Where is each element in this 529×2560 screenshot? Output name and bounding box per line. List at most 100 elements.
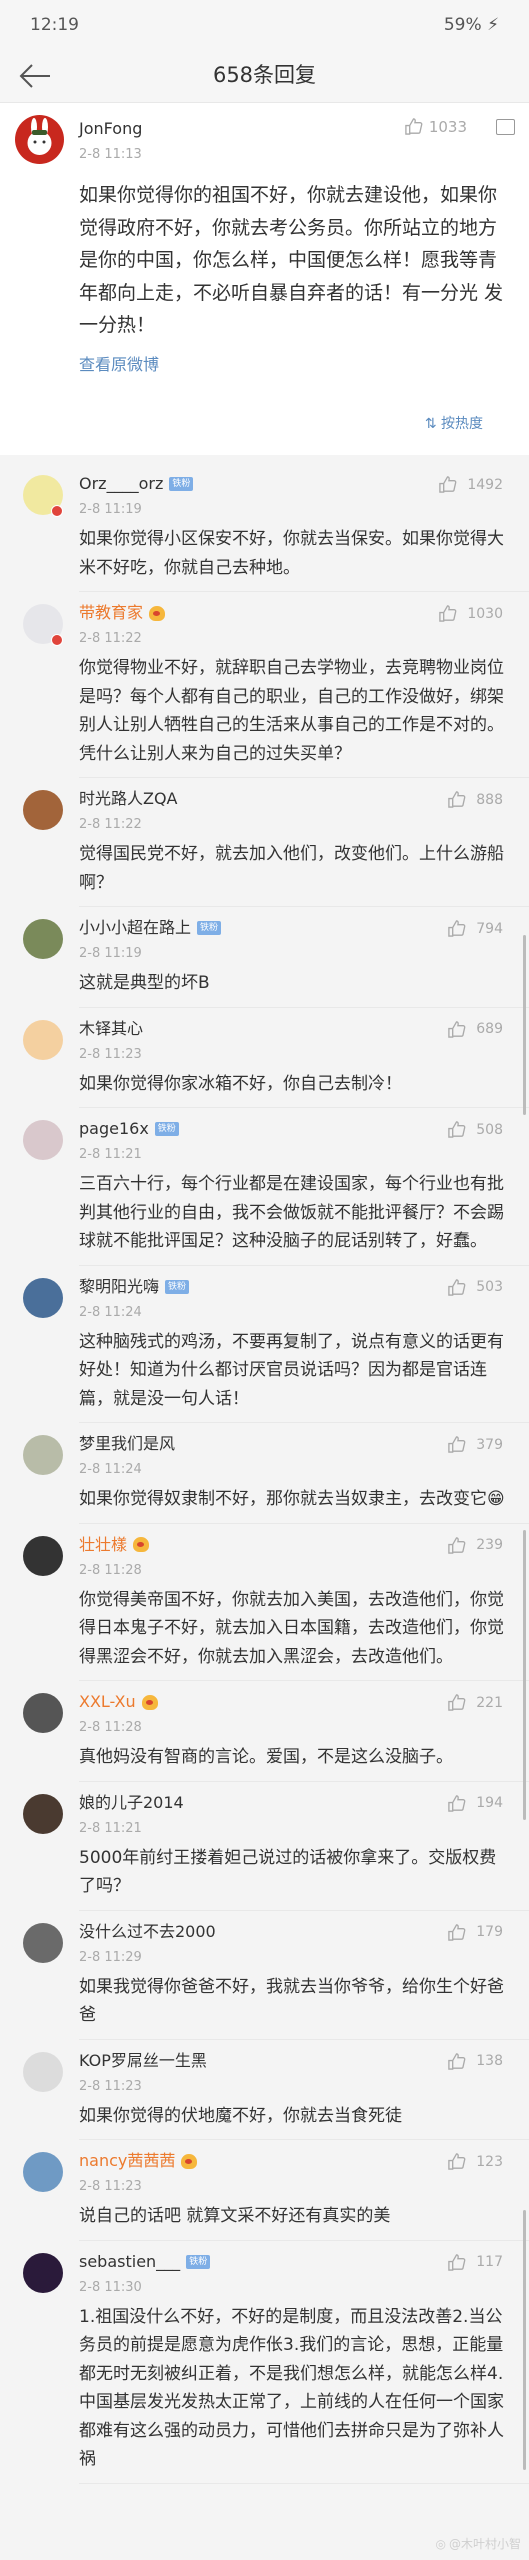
comment-text: 说自己的话吧 就算文采不好还有真实的美 — [79, 2206, 391, 2226]
username[interactable]: 没什么过不去2000 — [79, 1921, 216, 1943]
thumbs-up-icon — [439, 476, 457, 493]
like-button[interactable]: 379 — [447, 1435, 503, 1454]
avatar[interactable] — [23, 1793, 63, 1834]
comment-text: 如果你觉得你的祖国不好，你就去建设他，如果你觉得政府不好，你就去考公务员。你所站… — [79, 184, 504, 336]
fan-badge: 铁粉 — [197, 921, 222, 935]
comment-item: 时光路人ZQA 2-8 11:22 觉得国民党不好，就去加入他们，改变他们。上什… — [0, 778, 529, 907]
like-button[interactable]: 194 — [447, 1794, 503, 1813]
comment-item: XXL-Xu 2-8 11:28 真他妈没有智商的言论。爱国，不是这么没脑子。 … — [0, 1681, 529, 1782]
username[interactable]: page16x — [79, 1118, 149, 1140]
comment-item: sebastien___ 铁粉 2-8 11:30 1.祖国没什么不好，不好的是制… — [0, 2241, 529, 2484]
avatar[interactable] — [23, 1435, 63, 1475]
like-count: 1492 — [467, 476, 503, 493]
comment-item: page16x 铁粉 2-8 11:21 三百六十行，每个行业都是在建设国家，每个… — [0, 1108, 529, 1266]
top-comment: JonFong 2-8 11:13 1033 如果你觉得你的祖国不好，你就去建设… — [0, 103, 529, 455]
thumbs-up-icon — [448, 1923, 466, 1941]
avatar[interactable] — [23, 1922, 63, 1963]
page-title: 658条回复 — [212, 63, 317, 87]
like-button[interactable]: 689 — [447, 1020, 503, 1039]
like-button[interactable]: 1030 — [438, 604, 503, 623]
comment-text: 1.祖国没什么不好，不好的是制度，而且没法改善2.当公务员的前提是愿意为虎作伥3… — [79, 2306, 504, 2470]
like-button[interactable]: 239 — [447, 1536, 503, 1555]
like-button[interactable]: 179 — [447, 1923, 503, 1942]
like-count: 794 — [476, 920, 503, 937]
comment-text: 三百六十行，每个行业都是在建设国家，每个行业也有批判其他行业的自由，我不会做饭就… — [79, 1174, 504, 1251]
reply-icon[interactable] — [496, 119, 515, 135]
like-button[interactable]: 794 — [447, 919, 503, 938]
like-button[interactable]: 123 — [447, 2152, 503, 2171]
fan-badge: 铁粉 — [186, 2254, 211, 2269]
weibo-logo-icon: ◎ — [435, 2536, 446, 2551]
thumbs-up-icon — [448, 1121, 466, 1138]
thumbs-up-icon — [439, 605, 457, 622]
comment-item: Orz____orz 铁粉 2-8 11:19 如果你觉得小区保安不好，你就去当保… — [0, 463, 529, 592]
like-count: 689 — [476, 1021, 503, 1037]
like-count: 123 — [476, 2153, 503, 2170]
username[interactable]: 带教育家 — [79, 602, 143, 624]
avatar[interactable] — [23, 919, 63, 959]
username[interactable]: JonFong — [79, 119, 142, 138]
status-bar: 12:19 59% ⚡ — [0, 0, 529, 50]
avatar[interactable] — [23, 790, 63, 830]
comment-date: 2-8 11:24 — [79, 1304, 142, 1320]
comment-text: 如果你觉得的伏地魔不好，你就去当食死徒 — [79, 2105, 402, 2126]
like-button[interactable]: 1033 — [404, 117, 467, 136]
avatar[interactable] — [23, 1120, 63, 1160]
back-arrow-icon[interactable] — [18, 62, 52, 90]
avatar[interactable] — [23, 2252, 63, 2293]
username[interactable]: nancy茜茜茜 — [79, 2150, 175, 2172]
username[interactable]: 时光路人ZQA — [79, 788, 178, 810]
scrollbar[interactable] — [523, 935, 526, 1115]
like-button[interactable]: 503 — [447, 1278, 503, 1297]
fan-badge: 铁粉 — [165, 1279, 190, 1294]
like-button[interactable]: 138 — [447, 2052, 503, 2071]
comment-date: 2-8 11:13 — [79, 147, 142, 162]
comment-item: KOP罗屌丝一生黑 2-8 11:23 如果你觉得的伏地魔不好，你就去当食死徒 … — [0, 2040, 529, 2140]
comment-text: 5000年前纣王搂着妲己说过的话被你拿来了。交版权费了吗？ — [79, 1847, 497, 1897]
like-button[interactable]: 117 — [447, 2253, 503, 2272]
avatar[interactable] — [23, 1535, 63, 1576]
username[interactable]: sebastien___ — [79, 2251, 180, 2273]
comment-item: 木铎其心 2-8 11:23 如果你觉得你家冰箱不好，你自己去制冷！ 689 — [0, 1008, 529, 1108]
avatar[interactable] — [23, 2051, 63, 2092]
like-count: 194 — [476, 1795, 503, 1811]
comment-text: 这种脑残式的鸡汤，不要再复制了，说点有意义的话更有好处！知道为什么都讨厌官员说话… — [79, 1331, 504, 1409]
thumbs-up-icon — [448, 1536, 466, 1554]
username[interactable]: 黎明阳光嗨 — [79, 1276, 159, 1298]
like-count: 503 — [476, 1279, 503, 1295]
like-button[interactable]: 508 — [447, 1120, 503, 1139]
sort-label: 按热度 — [441, 416, 483, 432]
verified-badge-icon — [51, 634, 63, 646]
comment-item: 小小小超在路上 铁粉 2-8 11:19 这就是典型的坏B 794 — [0, 907, 529, 1008]
view-original-link[interactable]: 查看原微博 — [79, 351, 159, 375]
avatar[interactable] — [23, 2152, 63, 2192]
username[interactable]: KOP罗屌丝一生黑 — [79, 2050, 207, 2072]
vip-crown-icon — [149, 605, 166, 621]
battery-level: 59% — [443, 15, 482, 35]
thumbs-up-icon — [448, 920, 466, 937]
comment-text: 你觉得美帝国不好，你就去加入美国，去改造他们，你觉得日本鬼子不好，就去加入日本国… — [79, 1589, 504, 1667]
like-button[interactable]: 221 — [447, 1693, 503, 1712]
username[interactable]: 小小小超在路上 — [79, 917, 191, 939]
like-count: 138 — [476, 2053, 503, 2069]
avatar[interactable] — [15, 115, 64, 164]
comment-text: 如果我觉得你爸爸不好，我就去当你爷爷，给你生个好爸爸 — [79, 1976, 504, 2026]
sort-by-hot-button[interactable]: ⇅ 按热度 — [425, 413, 483, 433]
like-button[interactable]: 1492 — [438, 475, 503, 494]
status-time: 12:19 — [30, 15, 79, 35]
avatar[interactable] — [23, 1277, 63, 1318]
avatar[interactable] — [23, 1019, 63, 1060]
username[interactable]: 梦里我们是风 — [79, 1433, 175, 1455]
avatar[interactable] — [23, 1693, 63, 1733]
username[interactable]: Orz____orz — [79, 473, 163, 495]
like-button[interactable]: 888 — [447, 790, 503, 809]
scrollbar[interactable] — [523, 2210, 526, 2470]
comment-date: 2-8 11:23 — [79, 1046, 142, 1062]
comment-item: 带教育家 2-8 11:22 你觉得物业不好，就辞职自己去学物业，去竞聘物业岗位… — [0, 592, 529, 778]
username[interactable]: 娘的儿子2014 — [79, 1792, 184, 1814]
scrollbar[interactable] — [523, 1530, 526, 1820]
username[interactable]: 木铎其心 — [79, 1018, 143, 1040]
username[interactable]: 壮壮樣 — [79, 1534, 127, 1556]
fan-badge: 铁粉 — [154, 1122, 179, 1136]
username[interactable]: XXL-Xu — [79, 1691, 136, 1713]
